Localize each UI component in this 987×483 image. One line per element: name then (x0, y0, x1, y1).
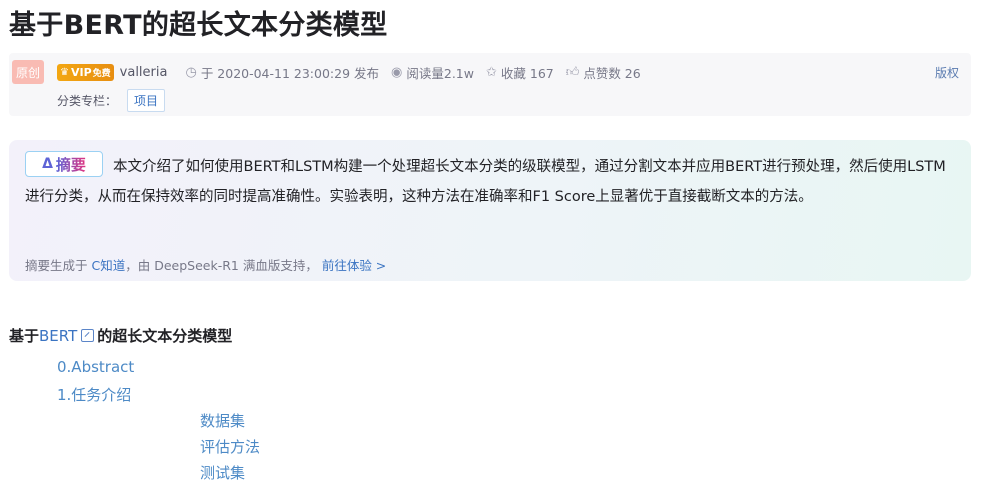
favorite-count-text: 收藏 167 (500, 65, 554, 81)
ai-logo-icon: Δ (42, 156, 53, 172)
summary-foot-prefix: 摘要生成于 (25, 258, 88, 273)
vip-free-label: 免费 (92, 68, 111, 79)
toc-heading-prefix: 基于 (9, 327, 40, 345)
publish-text: 于 2020-04-11 23:00:29 发布 (200, 65, 380, 81)
author-name[interactable]: valleria (120, 65, 168, 80)
toc-item-dataset[interactable]: 数据集 (200, 410, 245, 431)
toc-item-test-set[interactable]: 测试集 (200, 462, 245, 483)
bert-keyword-link[interactable]: BERT (39, 327, 77, 345)
read-count-text: 阅读量2.1w (406, 65, 474, 81)
read-count: ◉ 阅读量2.1w (391, 63, 474, 82)
article-title: 基于BERT的超长文本分类模型 (9, 10, 388, 41)
toc-item-abstract[interactable]: 0.Abstract (57, 358, 134, 376)
category-tag[interactable]: 项目 (127, 89, 166, 112)
vip-badge[interactable]: ♛ VIP 免费 (57, 63, 114, 81)
ai-summary-box: 本文介绍了如何使用BERT和LSTM构建一个处理超长文本分类的级联模型，通过分割… (9, 140, 971, 281)
summary-badge-label: 摘要 (55, 155, 86, 174)
summary-source-link[interactable]: C知道 (92, 258, 126, 273)
toc-heading: 基于 BERT 的超长文本分类模型 (9, 325, 232, 346)
favorite-count[interactable]: ✩ 收藏 167 (486, 63, 554, 82)
toc-item-evaluation[interactable]: 评估方法 (200, 436, 260, 457)
article-meta-box: 原创 ♛ VIP 免费 valleria ◷ 于 2020-04-11 23:0… (9, 53, 971, 116)
publish-time: ◷ 于 2020-04-11 23:00:29 发布 (185, 63, 379, 82)
summary-badge: Δ 摘要 (25, 151, 103, 177)
summary-foot-middle: ，由 DeepSeek-R1 满血版支持， (125, 258, 318, 273)
crown-icon: ♛ (60, 66, 69, 78)
eye-icon: ◉ (391, 64, 403, 80)
star-icon: ✩ (485, 64, 497, 80)
summary-footer: 摘要生成于 C知道，由 DeepSeek-R1 满血版支持， 前往体验 > (25, 255, 386, 274)
vip-label: VIP (70, 65, 92, 79)
toc-item-task-intro[interactable]: 1.任务介绍 (57, 384, 131, 405)
toc-heading-suffix: 的超长文本分类模型 (97, 327, 233, 345)
summary-text: 本文介绍了如何使用BERT和LSTM构建一个处理超长文本分类的级联模型，通过分割… (25, 159, 946, 205)
copyright-link[interactable]: 版权 (935, 64, 959, 81)
meta-row: ♛ VIP 免费 valleria ◷ 于 2020-04-11 23:00:2… (57, 61, 959, 83)
original-badge: 原创 (12, 60, 44, 84)
try-now-link[interactable]: 前往体验 > (322, 258, 386, 273)
external-link-icon (81, 329, 95, 342)
clock-icon: ◷ (185, 64, 197, 80)
like-count[interactable]: 👍︎ 点赞数 26 (566, 63, 641, 82)
thumbs-up-icon: 👍︎ (565, 64, 580, 80)
like-count-text: 点赞数 26 (583, 65, 641, 81)
category-label: 分类专栏： (57, 94, 118, 108)
category-row: 分类专栏： 项目 (57, 89, 166, 112)
